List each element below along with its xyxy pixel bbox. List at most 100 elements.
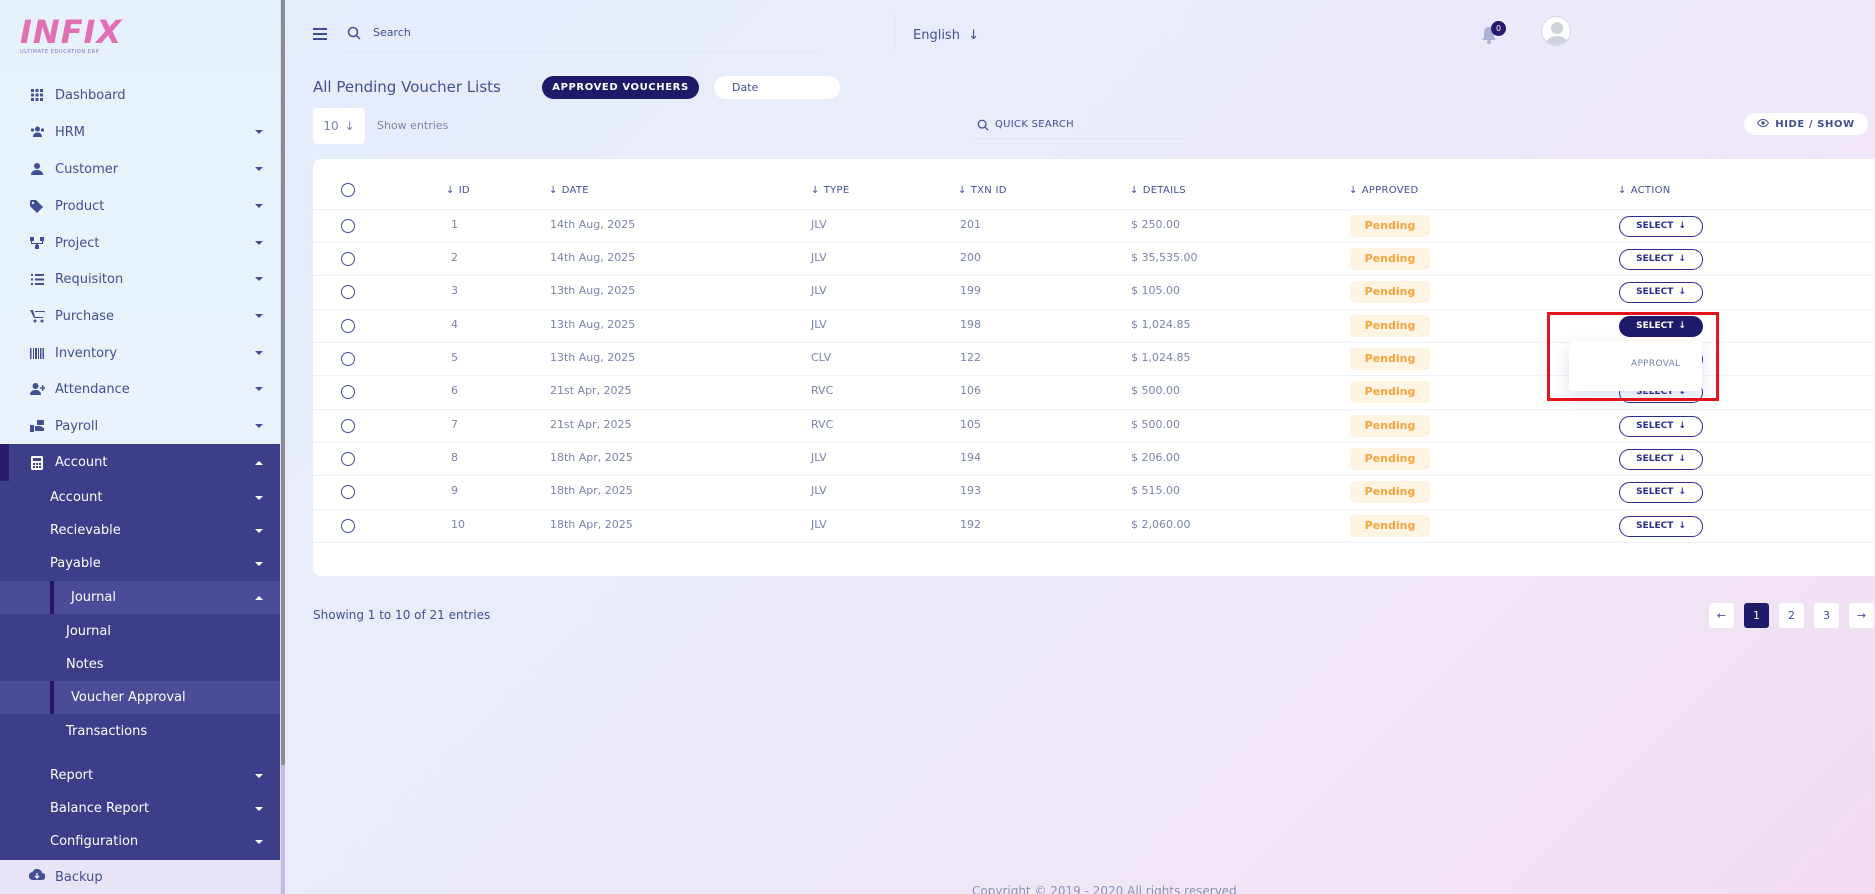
page-button-3[interactable]: 3 — [1814, 603, 1839, 628]
entries-select[interactable]: 10 ↓ — [313, 108, 365, 144]
row-select-radio[interactable] — [341, 484, 355, 499]
column-header-txn-id[interactable]: ↓ TXN ID — [958, 185, 1007, 196]
select-all-radio[interactable] — [341, 183, 355, 197]
top-header: Search English ↓ — [300, 0, 1875, 70]
status-badge: Pending — [1350, 214, 1430, 237]
column-header-id[interactable]: ↓ ID — [446, 185, 470, 196]
select-action-button[interactable]: SELECT ↓ — [1619, 248, 1703, 270]
avatar[interactable] — [1541, 16, 1571, 46]
select-action-button[interactable]: SELECT ↓ — [1619, 515, 1703, 537]
sidebar-item-hrm[interactable]: HRM — [0, 114, 280, 150]
page-button-2[interactable]: 2 — [1779, 603, 1804, 628]
sidebar-item-purchase[interactable]: Purchase — [0, 298, 280, 334]
quick-search-input[interactable]: QUICK SEARCH — [995, 119, 1074, 130]
column-header-date[interactable]: ↓ DATE — [549, 185, 589, 196]
arrow-down-icon: ↓ — [1678, 221, 1686, 231]
submenu-item-account[interactable]: Account — [0, 481, 280, 514]
menu-toggle-icon[interactable] — [313, 28, 327, 40]
prev-page-button[interactable]: ← — [1709, 603, 1734, 628]
row-select-radio[interactable] — [341, 218, 355, 233]
row-select-radio[interactable] — [341, 418, 355, 433]
cell-id: 8 — [451, 450, 458, 464]
column-header-approved[interactable]: ↓ APPROVED — [1349, 185, 1419, 196]
column-header-type[interactable]: ↓ TYPE — [811, 185, 849, 196]
submenu-item-voucher-approval[interactable]: Voucher Approval — [0, 681, 280, 714]
select-action-button[interactable]: SELECT ↓ — [1619, 281, 1703, 303]
sidebar-item-account[interactable]: Account — [0, 444, 280, 481]
arrow-down-icon: ↓ — [1618, 185, 1627, 196]
arrow-down-icon: ↓ — [1678, 487, 1686, 497]
logo[interactable]: INFIX ULTIMATE EDUCATION ERP — [20, 16, 121, 58]
cell-id: 7 — [451, 417, 458, 431]
row-select-radio[interactable] — [341, 284, 355, 299]
select-label: SELECT — [1636, 221, 1674, 231]
submenu-item-payable[interactable]: Payable — [0, 547, 280, 580]
arrow-down-icon: ↓ — [344, 119, 355, 133]
search-icon — [347, 25, 361, 44]
select-action-button[interactable]: SELECT ↓ — [1619, 415, 1703, 437]
sidebar-item-label: Account — [55, 455, 108, 470]
sidebar-item-product[interactable]: Product — [0, 188, 280, 224]
cell-date: 18th Apr, 2025 — [550, 483, 633, 497]
caret-down-icon — [255, 204, 263, 208]
cell-txn-id: 106 — [960, 383, 981, 397]
sidebar-item-requisiton[interactable]: Requisiton — [0, 261, 280, 297]
caret-down-icon — [255, 839, 263, 844]
next-page-button[interactable]: → — [1849, 603, 1874, 628]
hide-show-button[interactable]: HIDE / SHOW — [1744, 113, 1868, 135]
arrow-down-icon: ↓ — [811, 185, 820, 196]
row-select-radio[interactable] — [341, 451, 355, 466]
row-select-radio[interactable] — [341, 251, 355, 266]
caret-down-icon — [255, 130, 263, 134]
sidebar-item-label: Dashboard — [55, 87, 126, 103]
arrow-down-icon: ↓ — [446, 185, 455, 196]
approved-vouchers-button[interactable]: APPROVED VOUCHERS — [542, 76, 699, 99]
sidebar-item-project[interactable]: Project — [0, 225, 280, 261]
submenu-item-balance-report[interactable]: Balance Report — [0, 792, 280, 825]
caret-down-icon — [255, 806, 263, 811]
select-action-button[interactable]: SELECT ↓ — [1619, 448, 1703, 470]
account-submenu: Account Recievable Payable Journal Journ… — [0, 481, 280, 894]
sidebar-item-attendance[interactable]: Attendance — [0, 371, 280, 407]
sidebar-item-inventory[interactable]: Inventory — [0, 335, 280, 371]
sidebar-item-dashboard[interactable]: Dashboard — [0, 77, 280, 113]
search-input[interactable]: Search — [373, 26, 411, 39]
language-select[interactable]: English ↓ — [913, 28, 979, 43]
sidebar-item-payroll[interactable]: Payroll — [0, 408, 280, 444]
scrollbar-thumb[interactable] — [281, 0, 285, 765]
status-badge: Pending — [1350, 414, 1430, 437]
submenu-item-configuration[interactable]: Configuration — [0, 825, 280, 858]
select-label: SELECT — [1636, 521, 1674, 531]
select-action-button[interactable]: SELECT ↓ — [1619, 215, 1703, 237]
submenu-item-transactions[interactable]: Transactions — [0, 715, 280, 748]
sidebar-item-label: Project — [55, 235, 100, 251]
row-select-radio[interactable] — [341, 351, 355, 366]
select-action-button[interactable]: SELECT ↓ — [1619, 481, 1703, 503]
sidebar-item-backup[interactable]: Backup — [0, 860, 280, 894]
submenu-item-notes[interactable]: Notes — [0, 648, 280, 681]
caret-down-icon — [255, 167, 263, 171]
sidebar-scrollbar[interactable] — [281, 0, 285, 894]
date-field[interactable]: Date — [714, 76, 840, 99]
row-select-radio[interactable] — [341, 384, 355, 399]
page-button-1[interactable]: 1 — [1744, 603, 1769, 628]
submenu-item-recievable[interactable]: Recievable — [0, 514, 280, 547]
column-header-action[interactable]: ↓ ACTION — [1618, 185, 1671, 196]
column-header-details[interactable]: ↓ DETAILS — [1130, 185, 1186, 196]
submenu-item-journal-group[interactable]: Journal — [0, 581, 280, 614]
sidebar-item-label: HRM — [55, 124, 86, 140]
sidebar-item-customer[interactable]: Customer — [0, 151, 280, 187]
row-divider — [313, 409, 1875, 410]
cell-txn-id: 193 — [960, 483, 981, 497]
sidebar-item-label: Product — [55, 198, 105, 214]
cell-id: 4 — [451, 317, 458, 331]
status-badge: Pending — [1350, 347, 1430, 370]
cell-id: 9 — [451, 483, 458, 497]
row-select-radio[interactable] — [341, 318, 355, 333]
cell-date: 18th Apr, 2025 — [550, 450, 633, 464]
submenu-item-report[interactable]: Report — [0, 759, 280, 792]
cell-id: 6 — [451, 383, 458, 397]
cell-type: JLV — [811, 283, 827, 297]
submenu-item-journal[interactable]: Journal — [0, 615, 280, 648]
row-select-radio[interactable] — [341, 518, 355, 533]
